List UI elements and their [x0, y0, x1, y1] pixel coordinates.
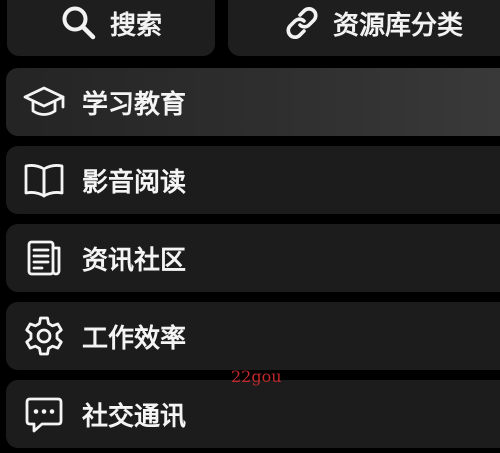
category-menu: 学习教育 影音阅读 资讯社区 工作效率 社交通讯 [6, 68, 500, 453]
menu-item-label: 社交通讯 [82, 401, 187, 432]
book-icon [22, 158, 66, 202]
menu-item-education[interactable]: 学习教育 [6, 68, 500, 136]
search-icon [60, 4, 98, 42]
watermark-text: 22gou [231, 367, 282, 386]
link-icon [283, 4, 321, 42]
menu-item-label: 资讯社区 [82, 245, 187, 276]
category-button-label: 资源库分类 [332, 10, 463, 41]
newspaper-icon [22, 236, 66, 280]
menu-item-label: 学习教育 [82, 89, 187, 120]
search-button[interactable]: 搜索 [7, 0, 215, 56]
menu-item-label: 工作效率 [82, 323, 187, 354]
menu-item-media-reading[interactable]: 影音阅读 [6, 146, 500, 214]
graduation-cap-icon [22, 80, 66, 124]
search-button-label: 搜索 [109, 10, 162, 41]
menu-item-news-community[interactable]: 资讯社区 [6, 224, 500, 292]
category-button[interactable]: 资源库分类 [228, 0, 500, 56]
menu-item-social-messaging[interactable]: 社交通讯 [6, 380, 500, 448]
menu-item-label: 影音阅读 [82, 167, 187, 198]
chat-bubble-icon [22, 392, 66, 436]
gear-icon [22, 314, 66, 358]
menu-item-productivity[interactable]: 工作效率 [6, 302, 500, 370]
app-root: 搜索 资源库分类 学习教育 影音阅读 资讯社区 工作效率 社交通讯 22gou [0, 0, 500, 453]
